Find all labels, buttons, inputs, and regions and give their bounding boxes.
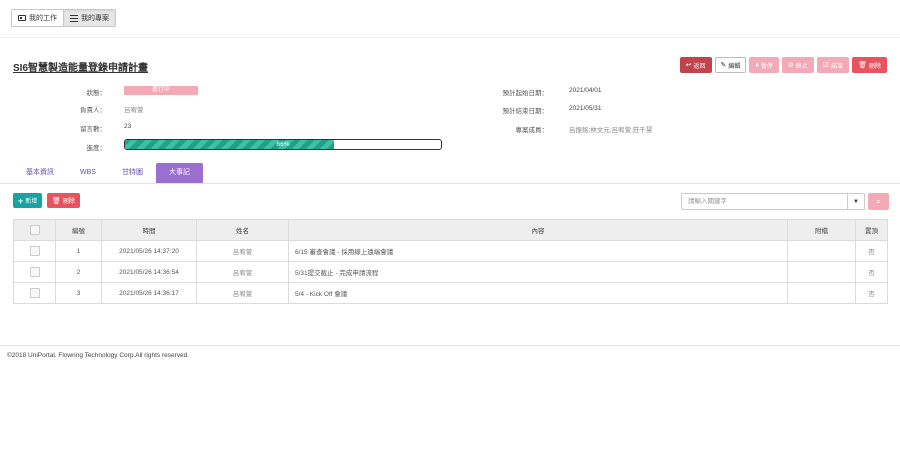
header-pinned[interactable]: 置頂 xyxy=(855,219,888,241)
row-attachment xyxy=(787,282,856,304)
table-row[interactable]: 3 2021/05/26 14:36:17 呂宥萱 5/4 - Kick Off… xyxy=(13,282,888,304)
project-tabs: 基本資訊 WBS 甘特圖 大事記 xyxy=(13,163,203,183)
owner-label: 負責人： xyxy=(80,107,106,114)
id-card-icon xyxy=(18,15,26,21)
tab-gantt[interactable]: 甘特圖 xyxy=(109,163,156,183)
project-actions: ↩ 返回 ✎ 編輯 ⏸ 暫停 ⊘ 終止 ☑ 結束 🗑 刪除 xyxy=(679,57,887,73)
row-pinned: 否 xyxy=(855,261,888,283)
header-content[interactable]: 內容 xyxy=(288,219,788,241)
delete-project-button[interactable]: 🗑 刪除 xyxy=(852,57,887,73)
caret-down-icon[interactable]: ▼ xyxy=(848,193,865,210)
stop-button[interactable]: ⊘ 終止 xyxy=(781,57,814,73)
comments-value: 23 xyxy=(124,123,132,130)
view-switch: 我的工作 我的專案 xyxy=(11,9,116,27)
progress-bar: 66% xyxy=(124,139,442,150)
my-work-button[interactable]: 我的工作 xyxy=(11,9,64,27)
add-label: 新增 xyxy=(25,199,38,205)
row-pinned: 否 xyxy=(855,282,888,304)
row-no: 1 xyxy=(55,240,102,262)
row-content[interactable]: 5/31提交截止 - 完成申請流程 xyxy=(288,261,788,283)
members-label: 專案成員： xyxy=(515,127,549,134)
top-navigation: 我的工作 我的專案 xyxy=(0,0,900,38)
row-name: 呂宥萱 xyxy=(196,240,289,262)
tab-milestones[interactable]: 大事記 xyxy=(155,163,203,183)
row-checkbox[interactable] xyxy=(13,240,56,262)
start-date-label: 預計起始日期： xyxy=(502,90,549,97)
header-attachment[interactable]: 附檔 xyxy=(787,219,856,241)
delete-project-label: 刪除 xyxy=(868,63,881,70)
stop-label: 終止 xyxy=(795,63,808,70)
row-content[interactable]: 6/15 審查會議 - 採用線上遠端會議 xyxy=(288,240,788,262)
header-time[interactable]: 時間 xyxy=(101,219,197,241)
table-header-row: 編號 時間 姓名 內容 附檔 置頂 xyxy=(13,219,888,241)
progress-text: 66% xyxy=(276,141,290,148)
start-date-value: 2021/04/01 xyxy=(569,87,602,94)
finish-label: 結束 xyxy=(831,63,844,70)
project-title[interactable]: SI6智慧製造能量登錄申請計畫 xyxy=(13,59,148,74)
row-no: 2 xyxy=(55,261,102,283)
tab-basic-info[interactable]: 基本資訊 xyxy=(13,163,67,183)
tab-wbs[interactable]: WBS xyxy=(67,163,109,183)
my-work-label: 我的工作 xyxy=(29,15,57,22)
back-button[interactable]: ↩ 返回 xyxy=(679,57,712,73)
edit-label: 編輯 xyxy=(728,63,741,70)
pause-label: 暫停 xyxy=(760,63,773,70)
trash-icon: 🗑 xyxy=(858,61,867,69)
header-name[interactable]: 姓名 xyxy=(196,219,289,241)
my-projects-label: 我的專案 xyxy=(81,15,109,22)
search-input[interactable] xyxy=(681,193,848,210)
row-pinned: 否 xyxy=(855,240,888,262)
end-date-value: 2021/05/31 xyxy=(569,105,602,112)
footer-divider xyxy=(0,345,900,346)
comments-label: 留言數： xyxy=(80,126,106,133)
row-checkbox[interactable] xyxy=(13,261,56,283)
table-row[interactable]: 2 2021/05/26 14:36:54 呂宥萱 5/31提交截止 - 完成申… xyxy=(13,261,888,283)
milestone-table: 編號 時間 姓名 內容 附檔 置頂 1 2021/05/26 14:37:20 … xyxy=(13,219,888,304)
status-label: 狀態： xyxy=(86,90,107,97)
tab-divider xyxy=(0,183,900,184)
owner-value: 呂宥萱 xyxy=(124,107,144,114)
pause-icon: ⏸ xyxy=(755,61,759,69)
pencil-icon: ✎ xyxy=(720,61,727,69)
back-label: 返回 xyxy=(693,63,706,70)
my-projects-button[interactable]: 我的專案 xyxy=(64,9,116,27)
row-time: 2021/05/26 14:36:17 xyxy=(101,282,197,304)
finish-button[interactable]: ☑ 結束 xyxy=(816,57,850,73)
row-time: 2021/05/26 14:37:20 xyxy=(101,240,197,262)
row-name: 呂宥萱 xyxy=(196,282,289,304)
delete-label: 刪除 xyxy=(62,199,75,205)
select-all-checkbox[interactable] xyxy=(13,219,56,241)
table-row[interactable]: 1 2021/05/26 14:37:20 呂宥萱 6/15 審查會議 - 採用… xyxy=(13,240,888,262)
search-group: ▼ ⌕ xyxy=(681,193,889,210)
progress-label: 進度： xyxy=(86,145,107,152)
row-time: 2021/05/26 14:36:54 xyxy=(101,261,197,283)
row-name: 呂宥萱 xyxy=(196,261,289,283)
add-button[interactable]: + 新增 xyxy=(13,193,43,208)
plus-icon: + xyxy=(18,195,24,206)
end-date-label: 預計結束日期： xyxy=(502,108,549,115)
search-icon: ⌕ xyxy=(876,196,881,206)
search-button[interactable]: ⌕ xyxy=(868,193,889,210)
delete-button[interactable]: 🗑 刪除 xyxy=(47,193,80,208)
check-square-icon: ☑ xyxy=(822,61,830,69)
row-checkbox[interactable] xyxy=(13,282,56,304)
edit-button[interactable]: ✎ 編輯 xyxy=(714,57,747,73)
row-content[interactable]: 5/4 - Kick Off 會議 xyxy=(288,282,788,304)
row-attachment xyxy=(787,240,856,262)
ban-icon: ⊘ xyxy=(787,61,794,69)
list-icon xyxy=(70,14,78,22)
status-badge: 進行中 xyxy=(124,86,198,95)
row-attachment xyxy=(787,261,856,283)
header-no[interactable]: 編號 xyxy=(55,219,102,241)
footer-copyright: ©2018 UniPortal. Flowring Technology Cor… xyxy=(7,352,190,359)
row-no: 3 xyxy=(55,282,102,304)
trash-icon: 🗑 xyxy=(52,197,61,205)
reply-icon: ↩ xyxy=(685,61,692,69)
members-value: 呂振銘;林文元;呂宥萱;莊千慧 xyxy=(569,127,653,134)
pause-button[interactable]: ⏸ 暫停 xyxy=(749,57,779,73)
